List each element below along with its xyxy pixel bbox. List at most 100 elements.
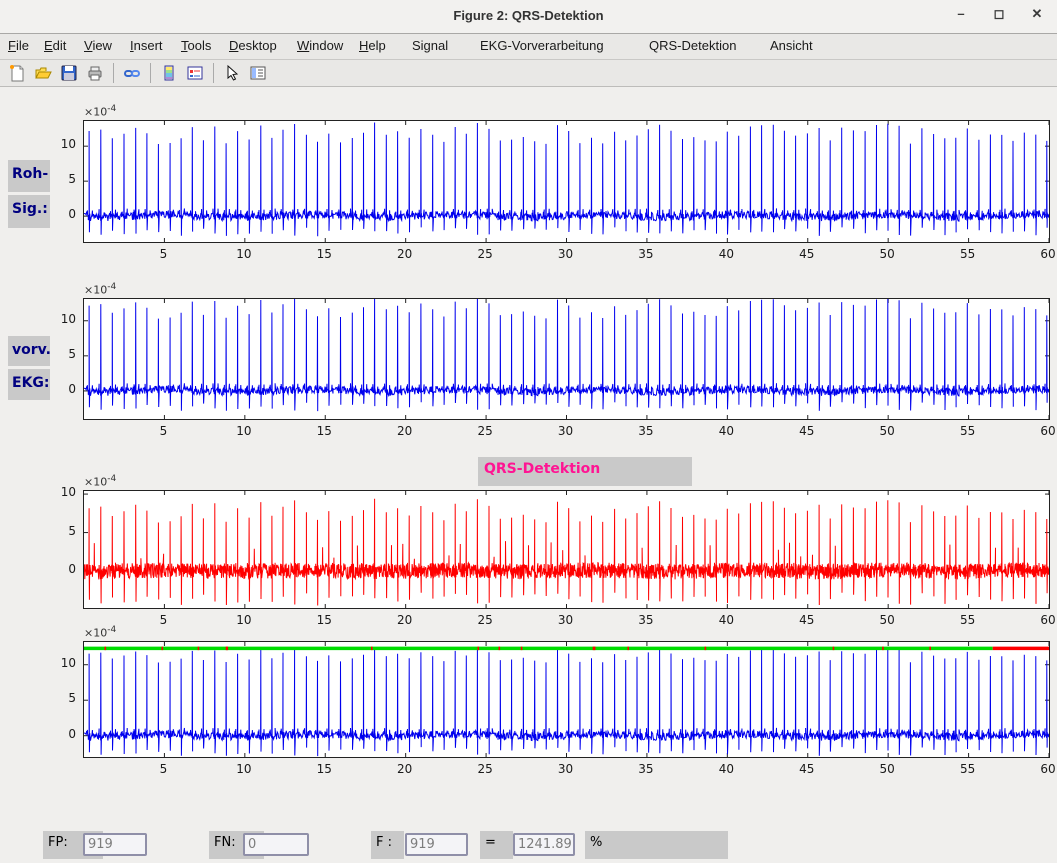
y-axis-exponent-label: ×10-4 (84, 474, 116, 489)
x-tick-label: 45 (792, 762, 822, 776)
label-roh: Roh- (8, 160, 50, 192)
plot-roh-signal (84, 121, 1049, 242)
x-tick-label: 25 (470, 424, 500, 438)
close-button[interactable]: ✕ (1029, 6, 1045, 22)
axes-detektions-ergebnis (83, 641, 1050, 758)
fn-field[interactable] (243, 833, 309, 856)
axes-qrs-detektion (83, 490, 1050, 609)
insert-colorbar-icon (160, 64, 178, 82)
x-tick-label: 15 (309, 247, 339, 261)
x-tick-label: 10 (229, 613, 259, 627)
y-tick-label: 10 (46, 137, 76, 151)
x-tick-label: 55 (953, 762, 983, 776)
x-tick-label: 60 (1033, 247, 1057, 261)
x-tick-label: 55 (953, 424, 983, 438)
toolbar-separator (113, 63, 114, 83)
property-inspector-button[interactable] (248, 63, 268, 83)
menu-item-insert[interactable]: Insert (130, 38, 163, 53)
y-tick-label: 0 (46, 727, 76, 741)
x-tick-label: 50 (872, 613, 902, 627)
x-tick-label: 5 (148, 613, 178, 627)
menu-item-view[interactable]: View (84, 38, 112, 53)
signal-trace-qrs-detektion (84, 499, 1049, 606)
x-tick-label: 10 (229, 424, 259, 438)
y-tick-label: 0 (46, 562, 76, 576)
x-tick-label: 40 (711, 762, 741, 776)
x-tick-label: 20 (390, 424, 420, 438)
x-tick-label: 30 (551, 247, 581, 261)
y-tick-label: 5 (46, 691, 76, 705)
x-tick-label: 5 (148, 424, 178, 438)
insert-legend-icon (186, 64, 204, 82)
x-tick-label: 55 (953, 613, 983, 627)
print-figure-icon (86, 64, 104, 82)
x-tick-label: 45 (792, 247, 822, 261)
new-figure-button[interactable] (7, 63, 27, 83)
x-tick-label: 5 (148, 247, 178, 261)
toolbar-separator (213, 63, 214, 83)
menu-item-ansicht[interactable]: Ansicht (770, 38, 813, 53)
label-sig: Sig.: (8, 195, 50, 228)
insert-legend-button[interactable] (185, 63, 205, 83)
x-tick-label: 10 (229, 762, 259, 776)
f-field[interactable] (405, 833, 468, 856)
plot-vorverarbeitetes-ekg (84, 299, 1049, 419)
menu-item-signal[interactable]: Signal (412, 38, 448, 53)
menu-item-ekg-vorverarbeitung[interactable]: EKG-Vorverarbeitung (480, 38, 604, 53)
plot-detektions-ergebnis (84, 642, 1049, 757)
print-figure-button[interactable] (85, 63, 105, 83)
qrs-detektion-title: QRS-Detektion (478, 457, 692, 486)
x-tick-label: 10 (229, 247, 259, 261)
x-tick-label: 40 (711, 424, 741, 438)
title-bar: Figure 2: QRS-Detektion – ◻ ✕ (0, 0, 1057, 34)
axes-vorverarbeitetes-ekg (83, 298, 1050, 420)
equals-label: = (480, 831, 513, 859)
x-tick-label: 35 (631, 762, 661, 776)
x-tick-label: 60 (1033, 613, 1057, 627)
y-tick-label: 0 (46, 382, 76, 396)
x-tick-label: 50 (872, 762, 902, 776)
menu-item-tools[interactable]: Tools (181, 38, 211, 53)
x-tick-label: 15 (309, 762, 339, 776)
minimize-button[interactable]: – (953, 6, 969, 22)
y-tick-label: 10 (46, 312, 76, 326)
x-tick-label: 30 (551, 762, 581, 776)
x-tick-label: 45 (792, 424, 822, 438)
open-file-button[interactable] (33, 63, 53, 83)
x-tick-label: 25 (470, 613, 500, 627)
window-title: Figure 2: QRS-Detektion (0, 8, 1057, 23)
y-axis-exponent-label: ×10-4 (84, 282, 116, 297)
save-figure-icon (60, 64, 78, 82)
menu-item-window[interactable]: Window (297, 38, 343, 53)
link-plot-button[interactable] (122, 63, 142, 83)
menu-item-desktop[interactable]: Desktop (229, 38, 277, 53)
menu-item-edit[interactable]: Edit (44, 38, 66, 53)
x-tick-label: 25 (470, 247, 500, 261)
x-tick-label: 55 (953, 247, 983, 261)
x-tick-label: 15 (309, 424, 339, 438)
x-tick-label: 50 (872, 424, 902, 438)
menu-item-qrs-detektion[interactable]: QRS-Detektion (649, 38, 736, 53)
property-inspector-icon (249, 64, 267, 82)
signal-trace-detektions-ergebnis (84, 648, 1049, 756)
x-tick-label: 5 (148, 762, 178, 776)
fp-field[interactable] (83, 833, 147, 856)
save-figure-button[interactable] (59, 63, 79, 83)
y-tick-label: 0 (46, 207, 76, 221)
maximize-icon: ◻ (994, 6, 1005, 21)
label-vorv: vorv. (8, 336, 50, 366)
menu-item-help[interactable]: Help (359, 38, 386, 53)
label-ekg: EKG: (8, 369, 50, 400)
x-tick-label: 35 (631, 613, 661, 627)
y-tick-label: 10 (46, 656, 76, 670)
x-tick-label: 20 (390, 247, 420, 261)
edit-plot-button[interactable] (222, 63, 242, 83)
menu-item-file[interactable]: File (8, 38, 29, 53)
maximize-button[interactable]: ◻ (991, 6, 1007, 22)
y-axis-exponent-label: ×10-4 (84, 104, 116, 119)
insert-colorbar-button[interactable] (159, 63, 179, 83)
new-figure-icon (8, 64, 26, 82)
y-tick-label: 5 (46, 524, 76, 538)
x-tick-label: 30 (551, 613, 581, 627)
ratio-field[interactable] (513, 833, 575, 856)
